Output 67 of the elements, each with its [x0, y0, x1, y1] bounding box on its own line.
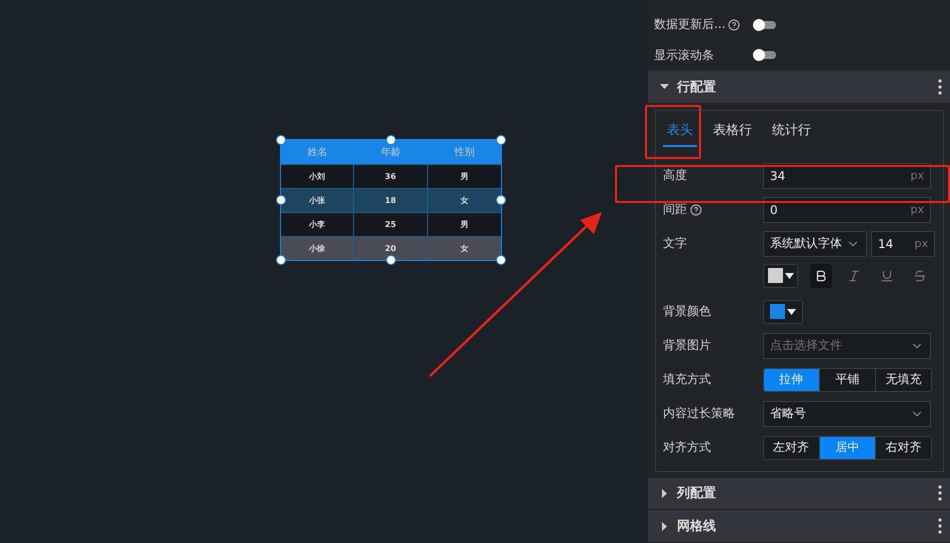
resize-handle[interactable] [386, 255, 396, 265]
strike-icon [913, 268, 928, 283]
table-cell: 25 [354, 212, 428, 236]
more-icon[interactable] [938, 485, 942, 502]
select-field[interactable]: 点击选择文件 [763, 332, 931, 359]
italic-icon [847, 268, 862, 283]
resize-handle[interactable] [276, 135, 286, 145]
table-cell: 20 [354, 236, 428, 260]
table-cell: 女 [428, 188, 501, 212]
segment-option[interactable]: 无填充 [874, 368, 931, 391]
table-cell: 小刘 [281, 164, 354, 188]
tab[interactable]: 统计行 [768, 120, 815, 147]
resize-handle[interactable] [496, 135, 506, 145]
more-icon[interactable] [938, 78, 942, 95]
segment-option[interactable]: 平铺 [818, 368, 875, 391]
table-header-cell: 年龄 [354, 140, 428, 164]
tab[interactable]: 表头 [663, 120, 697, 147]
font-select[interactable]: 系统默认字体 [763, 230, 867, 257]
color-picker[interactable] [763, 300, 803, 324]
section-header[interactable]: 网格线 [648, 510, 950, 543]
table-cell: 男 [428, 164, 501, 188]
field-label: 对齐方式 [663, 439, 712, 456]
caret-icon [784, 272, 794, 279]
bold-button[interactable] [810, 264, 832, 288]
highlight-box [645, 105, 701, 159]
table-cell: 小张 [281, 188, 354, 212]
field-label: 填充方式 [663, 371, 712, 388]
number-field[interactable]: 34 px [763, 162, 931, 189]
number-field[interactable]: 0 px [763, 196, 931, 223]
table-header-cell: 性别 [428, 140, 501, 164]
table-cell: 36 [354, 164, 428, 188]
table-cell: 小徐 [281, 236, 354, 260]
bold-icon [814, 268, 828, 283]
resize-handle[interactable] [276, 255, 286, 265]
table-cell: 小李 [281, 212, 354, 236]
text-color-picker[interactable] [763, 264, 798, 288]
section-header[interactable]: 列配置 [648, 478, 950, 510]
table-cell: 女 [428, 236, 501, 260]
table-cell: 18 [354, 188, 428, 212]
segment-option[interactable]: 左对齐 [764, 436, 819, 459]
field-label: 内容过长策略 [663, 405, 736, 422]
more-icon[interactable] [938, 518, 942, 534]
collapse-icon [660, 82, 669, 92]
toggle-label: 数据更新后... [654, 16, 750, 33]
field-label: 文字 [663, 235, 688, 252]
table-cell: 男 [428, 212, 501, 236]
field-label: 背景颜色 [663, 303, 712, 320]
tab[interactable]: 表格行 [709, 120, 756, 147]
resize-handle[interactable] [496, 195, 506, 205]
font-size-field[interactable]: 14 px [871, 230, 935, 257]
resize-handle[interactable] [276, 195, 286, 205]
section-header[interactable]: 行配置 [648, 70, 950, 104]
field-label: 背景图片 [663, 337, 712, 354]
toggle-switch[interactable] [754, 51, 776, 60]
field-label: 高度 [663, 167, 688, 184]
expand-icon [660, 522, 669, 531]
caret-icon [787, 308, 796, 315]
resize-handle[interactable] [496, 255, 506, 265]
expand-icon [660, 488, 669, 498]
table-header-cell: 姓名 [281, 140, 354, 164]
toggle-label: 显示滚动条 [654, 46, 715, 64]
segment-option[interactable]: 右对齐 [874, 436, 931, 459]
resize-handle[interactable] [386, 135, 396, 145]
toggle-switch[interactable] [754, 20, 776, 28]
underline-icon [880, 268, 894, 283]
field-label: 间距 [663, 201, 763, 218]
select-field[interactable]: 省略号 [763, 400, 931, 427]
